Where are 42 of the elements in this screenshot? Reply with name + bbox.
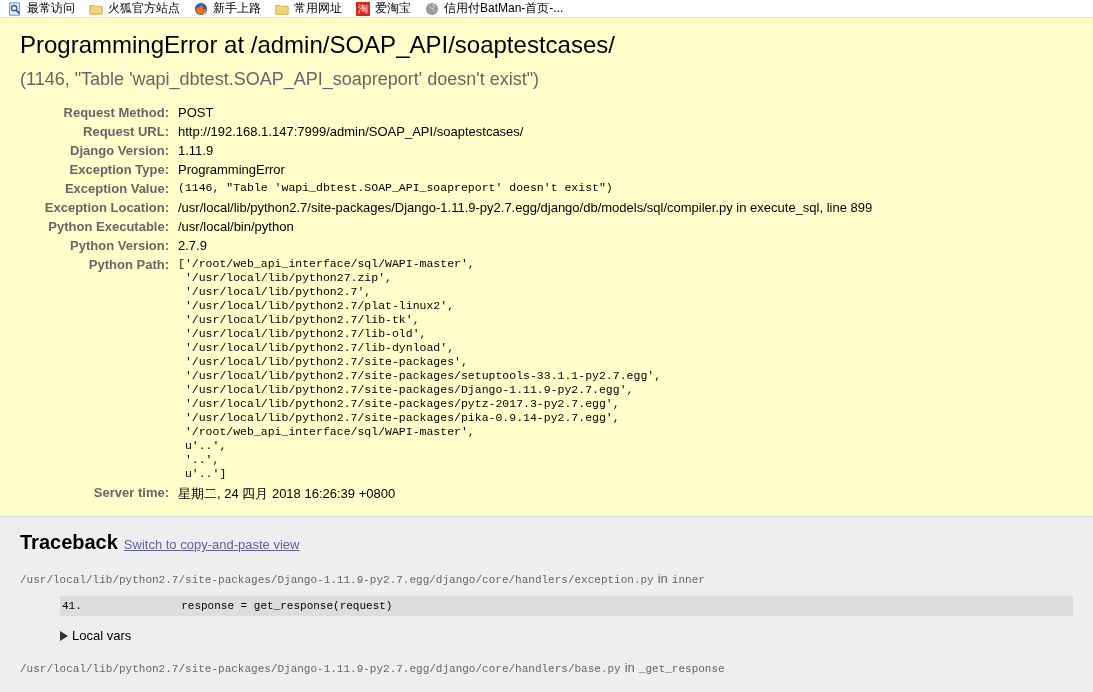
field-label: Request URL: xyxy=(20,122,178,141)
field-value: ProgrammingError xyxy=(178,162,285,177)
file-path: /usr/local/lib/python2.7/site-packages/Django-1.11.9-py2.7.egg/django/core/handlers/base.py xyxy=(20,663,621,675)
section-heading: Traceback xyxy=(20,531,118,554)
view-switch-link[interactable]: Switch to copy-and-paste view xyxy=(123,537,300,552)
field-value: /usr/local/bin/python xyxy=(178,219,294,234)
file-path: /usr/local/lib/python2.7/site-packages/Django-1.11.9-py2.7.egg/django/core/handlers/exception.py xyxy=(20,574,654,586)
frame-text: in xyxy=(624,660,635,675)
globe-icon xyxy=(194,1,208,16)
code-text: response = get_response(request) xyxy=(180,600,393,612)
field-value: 2.7.9 xyxy=(178,238,207,253)
function-name: _get_response xyxy=(638,663,725,675)
field-label: Request Method: xyxy=(62,104,170,122)
field-value: 1.11.9 xyxy=(178,143,214,158)
error-message: (1146, "Table 'wapi_dbtest.SOAP_API_soapreport' doesn't exist") xyxy=(20,69,541,90)
field-label: Exception Type: xyxy=(68,161,170,179)
field-value: http://192.168.1.147:7999/admin/SOAP_API/soaptestcases/ xyxy=(178,124,524,139)
field-label: Exception Location: xyxy=(20,198,178,217)
field-label: Python Executable: xyxy=(20,217,178,236)
bookmark-link[interactable]: 火狐官方站点 xyxy=(89,0,180,17)
field-value: 星期二, 24 四月 2018 16:26:39 +0800 xyxy=(178,486,396,501)
field-label: Python Path: xyxy=(87,256,170,274)
field-label: Django Version: xyxy=(20,141,178,160)
bookmark-link[interactable]: 常用网址 xyxy=(275,0,342,17)
bookmark-link[interactable]: 新手上路 xyxy=(194,0,261,17)
field-label: Exception Value: xyxy=(63,180,170,198)
python-path-value: ['/root/web_api_interface/sql/WAPI-master', '/usr/local/lib/python27.zip', '/usr/local/lib/python2.7', '/usr/local/lib/python2.7/plat-linux2', '/usr/local/lib/python2.7/lib-tk', '/usr/local/lib/python2.7/lib-old', '/usr/local/lib/python2.7/lib-dynload', '/usr/local/lib/python2.7/site-packages', '/usr/local/lib/python2.7/site-packages/setuptools-33.1.1-py2.7.egg', '/usr/local/lib/python2.7/site-packages/Django-1.11.9-py2.7.egg', '/usr/local/lib/python2.7/site-packages/pytz-2017.3-py2.7.egg', '/usr/local/lib/python2.7/site-packages/pika-0.9.14-py2.7.egg', '/root/web_api_interface/sql/WAPI-master', u'..', '..', u'..'] xyxy=(178,257,663,481)
shop-icon: 淘 xyxy=(356,1,370,16)
error-title: ProgrammingError at /admin/SOAP_API/soaptestcases/ xyxy=(20,31,616,59)
bookmark-link[interactable]: 信用付BatMan-首页-... xyxy=(425,0,564,17)
bookmark-link[interactable]: 最常访问 xyxy=(8,0,75,17)
field-value: (1146, "Table 'wapi_dbtest.SOAP_API_soapreport' doesn't exist") xyxy=(178,181,614,195)
field-value: /usr/local/lib/python2.7/site-packages/Django-1.11.9-py2.7.egg/django/db/models/sql/compiler.py in execute_sql, line 899 xyxy=(178,200,873,215)
line-number: 41. xyxy=(61,600,83,612)
search-icon xyxy=(8,1,22,16)
bookmark-link[interactable]: 淘 爱淘宝 xyxy=(356,0,411,17)
field-label: Server time: xyxy=(20,483,178,505)
local-vars-toggle[interactable]: Local vars xyxy=(60,628,1073,643)
field-value: POST xyxy=(178,105,214,120)
function-name: inner xyxy=(671,574,705,586)
field-label: Python Version: xyxy=(20,236,178,255)
frame-text: in xyxy=(657,571,668,586)
